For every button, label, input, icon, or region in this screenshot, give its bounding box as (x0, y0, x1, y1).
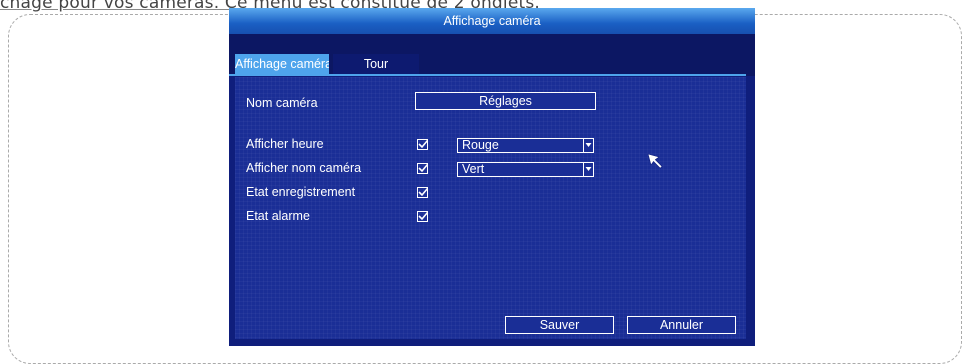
tab-tour[interactable]: Tour (333, 54, 419, 74)
time-color-value: Rouge (462, 138, 499, 152)
camera-name-label: Nom caméra (246, 96, 318, 110)
chevron-down-icon (583, 163, 593, 176)
tab-underline (229, 74, 746, 76)
settings-button[interactable]: Réglages (415, 92, 596, 110)
tab-camera-display[interactable]: Affichage caméra (235, 54, 329, 74)
recording-status-label: Etat enregistrement (246, 185, 356, 199)
chevron-down-icon (583, 139, 593, 152)
save-button[interactable]: Sauver (505, 316, 614, 334)
time-color-select[interactable]: Rouge (457, 138, 594, 153)
recording-status-checkbox[interactable] (417, 187, 429, 198)
check-icon (418, 139, 429, 149)
check-icon (418, 211, 429, 221)
mouse-pointer-icon (647, 153, 665, 176)
camera-name-color-select[interactable]: Vert (457, 162, 594, 177)
cancel-button[interactable]: Annuler (627, 316, 736, 334)
show-camera-name-label: Afficher nom caméra (246, 161, 362, 175)
check-icon (418, 163, 429, 173)
show-time-checkbox[interactable] (417, 139, 429, 150)
alarm-status-checkbox[interactable] (417, 211, 429, 222)
camera-name-color-value: Vert (462, 162, 485, 176)
alarm-status-label: Etat alarme (246, 209, 310, 223)
show-time-label: Afficher heure (246, 137, 324, 151)
window-title: Affichage caméra (229, 8, 755, 34)
check-icon (418, 187, 429, 197)
camera-display-window: Affichage caméra Affichage caméra Tour N… (229, 8, 755, 346)
settings-panel: Nom caméra Réglages Afficher heure Rouge… (235, 77, 746, 339)
show-camera-name-checkbox[interactable] (417, 163, 429, 174)
